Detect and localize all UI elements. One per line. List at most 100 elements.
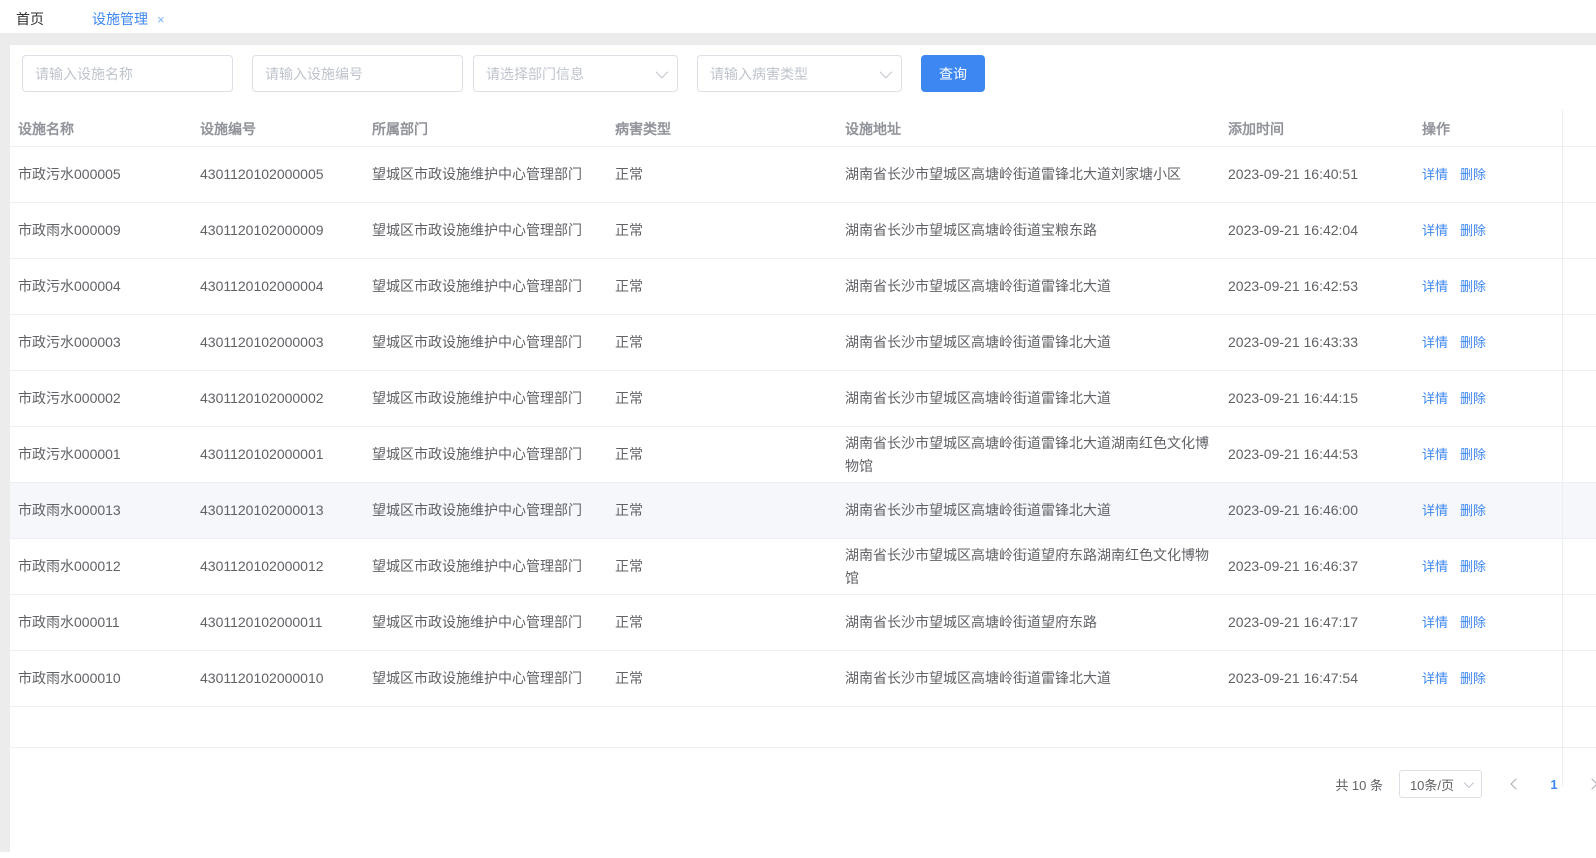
cell-address: 湖南省长沙市望城区高塘岭街道望府东路湖南红色文化博物馆 <box>845 544 1228 590</box>
delete-link[interactable]: 删除 <box>1460 667 1486 690</box>
delete-link[interactable]: 删除 <box>1460 443 1486 466</box>
table-right-divider <box>1562 110 1563 786</box>
delete-link[interactable]: 删除 <box>1460 163 1486 186</box>
table-body: 市政污水0000054301120102000005望城区市政设施维护中心管理部… <box>10 147 1596 707</box>
detail-link[interactable]: 详情 <box>1422 555 1448 578</box>
col-department: 所属部门 <box>372 119 615 139</box>
detail-link[interactable]: 详情 <box>1422 387 1448 410</box>
delete-link[interactable]: 删除 <box>1460 555 1486 578</box>
delete-link[interactable]: 删除 <box>1460 275 1486 298</box>
chevron-down-icon <box>880 66 893 79</box>
facility-management-panel: 请选择部门信息 请输入病害类型 查询 设施名称 设施编号 所属部门 病害类型 设… <box>10 45 1596 858</box>
background-strip <box>0 33 1596 45</box>
cell-disease-type: 正常 <box>615 555 845 578</box>
disease-type-select[interactable]: 请输入病害类型 <box>697 55 902 92</box>
table-row: 市政雨水0000134301120102000013望城区市政设施维护中心管理部… <box>10 483 1596 539</box>
cell-facility-code: 4301120102000001 <box>200 443 372 466</box>
cell-add-time: 2023-09-21 16:47:17 <box>1228 611 1422 634</box>
cell-department: 望城区市政设施维护中心管理部门 <box>372 499 615 522</box>
total-count-label: 共 10 条 <box>1335 775 1383 794</box>
cell-facility-name: 市政雨水000012 <box>18 555 200 578</box>
cell-disease-type: 正常 <box>615 667 845 690</box>
cell-actions: 详情删除 <box>1422 275 1596 298</box>
cell-department: 望城区市政设施维护中心管理部门 <box>372 275 615 298</box>
table-row: 市政污水0000014301120102000001望城区市政设施维护中心管理部… <box>10 427 1596 483</box>
pagination-bar: 共 10 条 10条/页 1 <box>10 768 1596 800</box>
cell-facility-code: 4301120102000011 <box>200 611 372 634</box>
col-facility-code: 设施编号 <box>200 119 372 139</box>
cell-disease-type: 正常 <box>615 611 845 634</box>
cell-actions: 详情删除 <box>1422 667 1596 690</box>
table-row: 市政污水0000034301120102000003望城区市政设施维护中心管理部… <box>10 315 1596 371</box>
cell-actions: 详情删除 <box>1422 555 1596 578</box>
cell-facility-code: 4301120102000002 <box>200 387 372 410</box>
department-select[interactable]: 请选择部门信息 <box>473 55 678 92</box>
cell-department: 望城区市政设施维护中心管理部门 <box>372 443 615 466</box>
cell-facility-name: 市政污水000004 <box>18 275 200 298</box>
table-row: 市政雨水0000104301120102000010望城区市政设施维护中心管理部… <box>10 651 1596 707</box>
chevron-down-icon <box>1464 778 1474 788</box>
cell-department: 望城区市政设施维护中心管理部门 <box>372 667 615 690</box>
cell-add-time: 2023-09-21 16:46:37 <box>1228 555 1422 578</box>
cell-disease-type: 正常 <box>615 219 845 242</box>
cell-address: 湖南省长沙市望城区高塘岭街道望府东路 <box>845 611 1228 634</box>
cell-actions: 详情删除 <box>1422 219 1596 242</box>
next-page-button[interactable] <box>1580 770 1596 798</box>
cell-actions: 详情删除 <box>1422 163 1596 186</box>
delete-link[interactable]: 删除 <box>1460 387 1486 410</box>
cell-facility-code: 4301120102000010 <box>200 667 372 690</box>
cell-disease-type: 正常 <box>615 331 845 354</box>
table-row: 市政雨水0000124301120102000012望城区市政设施维护中心管理部… <box>10 539 1596 595</box>
cell-facility-name: 市政雨水000013 <box>18 499 200 522</box>
detail-link[interactable]: 详情 <box>1422 443 1448 466</box>
facility-name-input[interactable] <box>22 55 233 92</box>
detail-link[interactable]: 详情 <box>1422 331 1448 354</box>
cell-address: 湖南省长沙市望城区高塘岭街道雷锋北大道 <box>845 667 1228 690</box>
cell-disease-type: 正常 <box>615 443 845 466</box>
detail-link[interactable]: 详情 <box>1422 499 1448 522</box>
cell-address: 湖南省长沙市望城区高塘岭街道雷锋北大道 <box>845 387 1228 410</box>
table-row: 市政污水0000054301120102000005望城区市政设施维护中心管理部… <box>10 147 1596 203</box>
cell-facility-name: 市政雨水000011 <box>18 611 200 634</box>
cell-add-time: 2023-09-21 16:46:00 <box>1228 499 1422 522</box>
cell-facility-name: 市政污水000005 <box>18 163 200 186</box>
cell-actions: 详情删除 <box>1422 499 1596 522</box>
cell-facility-name: 市政污水000003 <box>18 331 200 354</box>
delete-link[interactable]: 删除 <box>1460 499 1486 522</box>
detail-link[interactable]: 详情 <box>1422 219 1448 242</box>
cell-add-time: 2023-09-21 16:44:53 <box>1228 443 1422 466</box>
detail-link[interactable]: 详情 <box>1422 275 1448 298</box>
tab-close-icon[interactable]: × <box>157 13 165 26</box>
prev-page-button[interactable] <box>1504 770 1528 798</box>
cell-department: 望城区市政设施维护中心管理部门 <box>372 555 615 578</box>
cell-disease-type: 正常 <box>615 275 845 298</box>
table-row: 市政雨水0000114301120102000011望城区市政设施维护中心管理部… <box>10 595 1596 651</box>
detail-link[interactable]: 详情 <box>1422 611 1448 634</box>
delete-link[interactable]: 删除 <box>1460 331 1486 354</box>
cell-facility-code: 4301120102000013 <box>200 499 372 522</box>
page-size-select[interactable]: 10条/页 <box>1399 770 1482 798</box>
tab-bar: 首页 设施管理 × <box>0 0 1596 33</box>
delete-link[interactable]: 删除 <box>1460 219 1486 242</box>
delete-link[interactable]: 删除 <box>1460 611 1486 634</box>
cell-add-time: 2023-09-21 16:43:33 <box>1228 331 1422 354</box>
facility-code-input[interactable] <box>252 55 463 92</box>
cell-address: 湖南省长沙市望城区高塘岭街道雷锋北大道湖南红色文化博物馆 <box>845 432 1228 478</box>
detail-link[interactable]: 详情 <box>1422 163 1448 186</box>
cell-add-time: 2023-09-21 16:42:53 <box>1228 275 1422 298</box>
cell-facility-code: 4301120102000012 <box>200 555 372 578</box>
detail-link[interactable]: 详情 <box>1422 667 1448 690</box>
disease-select-placeholder: 请输入病害类型 <box>710 64 808 84</box>
cell-disease-type: 正常 <box>615 499 845 522</box>
cell-facility-code: 4301120102000009 <box>200 219 372 242</box>
cell-department: 望城区市政设施维护中心管理部门 <box>372 219 615 242</box>
cell-add-time: 2023-09-21 16:42:04 <box>1228 219 1422 242</box>
search-button[interactable]: 查询 <box>921 55 985 92</box>
cell-facility-code: 4301120102000004 <box>200 275 372 298</box>
cell-add-time: 2023-09-21 16:40:51 <box>1228 163 1422 186</box>
table-header: 设施名称 设施编号 所属部门 病害类型 设施地址 添加时间 操作 <box>10 111 1596 147</box>
table-row: 市政污水0000024301120102000002望城区市政设施维护中心管理部… <box>10 371 1596 427</box>
col-actions: 操作 <box>1422 119 1596 139</box>
cell-department: 望城区市政设施维护中心管理部门 <box>372 163 615 186</box>
cell-add-time: 2023-09-21 16:44:15 <box>1228 387 1422 410</box>
